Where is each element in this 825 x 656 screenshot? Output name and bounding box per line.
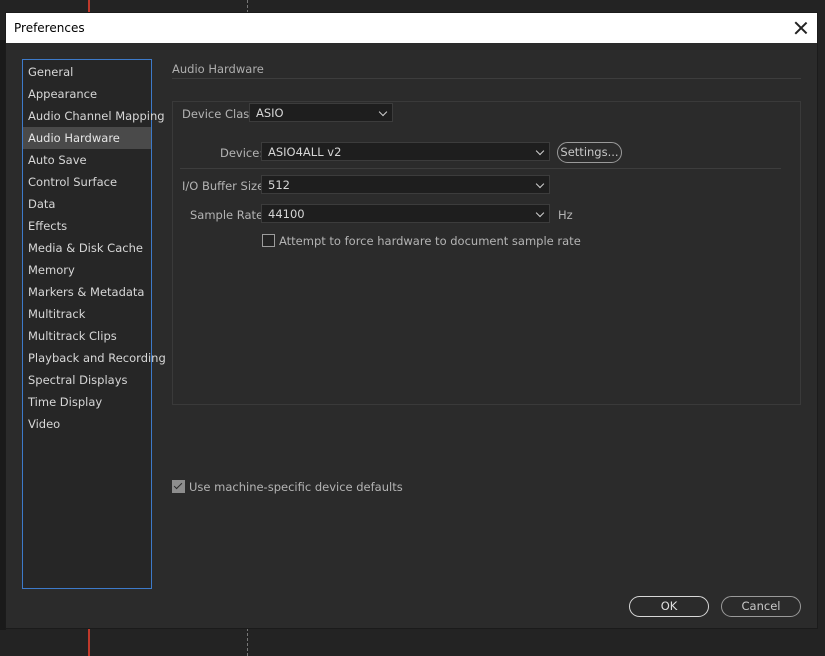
sidebar-item-control-surface[interactable]: Control Surface [23,171,151,193]
title-bar: Preferences [6,13,817,43]
window-title: Preferences [14,21,85,35]
sidebar-item-auto-save[interactable]: Auto Save [23,149,151,171]
sidebar-item-video[interactable]: Video [23,413,151,435]
sidebar-item-data[interactable]: Data [23,193,151,215]
buffer-size-dropdown[interactable]: 512 [261,175,550,194]
sidebar-item-markers-metadata[interactable]: Markers & Metadata [23,281,151,303]
sidebar-item-playback-recording[interactable]: Playback and Recording [23,347,166,369]
device-divider [180,168,781,169]
device-class-value: ASIO [256,106,284,120]
ok-button[interactable]: OK [629,596,709,617]
force-sample-rate-checkbox[interactable] [262,234,275,247]
checkmark-icon [173,480,183,490]
sample-rate-unit: Hz [558,208,573,222]
machine-defaults-label: Use machine-specific device defaults [189,480,403,494]
device-class-dropdown[interactable]: ASIO [249,103,393,122]
timeline-marker-bottom [247,628,248,656]
sidebar-item-time-display[interactable]: Time Display [23,391,151,413]
sidebar-item-audio-channel-mapping[interactable]: Audio Channel Mapping [23,105,165,127]
device-settings-button[interactable]: Settings... [557,142,622,163]
device-label: Device: [220,146,264,160]
buffer-size-value: 512 [268,178,290,192]
sample-rate-label: Sample Rate: [190,208,268,222]
sidebar-item-effects[interactable]: Effects [23,215,151,237]
sidebar-item-general[interactable]: General [23,61,151,83]
sidebar-item-memory[interactable]: Memory [23,259,151,281]
sidebar-item-audio-hardware[interactable]: Audio Hardware [23,127,151,149]
timeline-marker-top [247,0,248,13]
sidebar-item-multitrack[interactable]: Multitrack [23,303,151,325]
machine-defaults-checkbox[interactable] [172,480,185,493]
section-heading: Audio Hardware [172,62,264,76]
chevron-down-icon [535,146,545,156]
timeline-playhead-top [88,0,90,13]
chevron-down-icon [378,107,388,117]
sample-rate-dropdown[interactable]: 44100 [261,204,550,223]
sidebar-item-spectral-displays[interactable]: Spectral Displays [23,369,151,391]
sidebar-item-media-disk-cache[interactable]: Media & Disk Cache [23,237,151,259]
force-sample-rate-label: Attempt to force hardware to document sa… [279,234,581,248]
cancel-button[interactable]: Cancel [721,596,801,617]
sidebar-item-multitrack-clips[interactable]: Multitrack Clips [23,325,151,347]
buffer-size-label: I/O Buffer Size: [182,179,269,193]
device-dropdown[interactable]: ASIO4ALL v2 [261,142,550,161]
device-value: ASIO4ALL v2 [268,145,342,159]
sidebar-item-appearance[interactable]: Appearance [23,83,151,105]
device-class-label: Device Class: [182,107,260,121]
heading-divider [172,78,801,79]
close-icon[interactable] [791,18,811,38]
chevron-down-icon [535,179,545,189]
chevron-down-icon [535,208,545,218]
sample-rate-value: 44100 [268,207,305,221]
timeline-playhead-bottom [88,628,90,656]
preferences-sidebar: General Appearance Audio Channel Mapping… [22,59,166,589]
preferences-dialog: Preferences General Appearance Audio Cha… [6,13,817,628]
